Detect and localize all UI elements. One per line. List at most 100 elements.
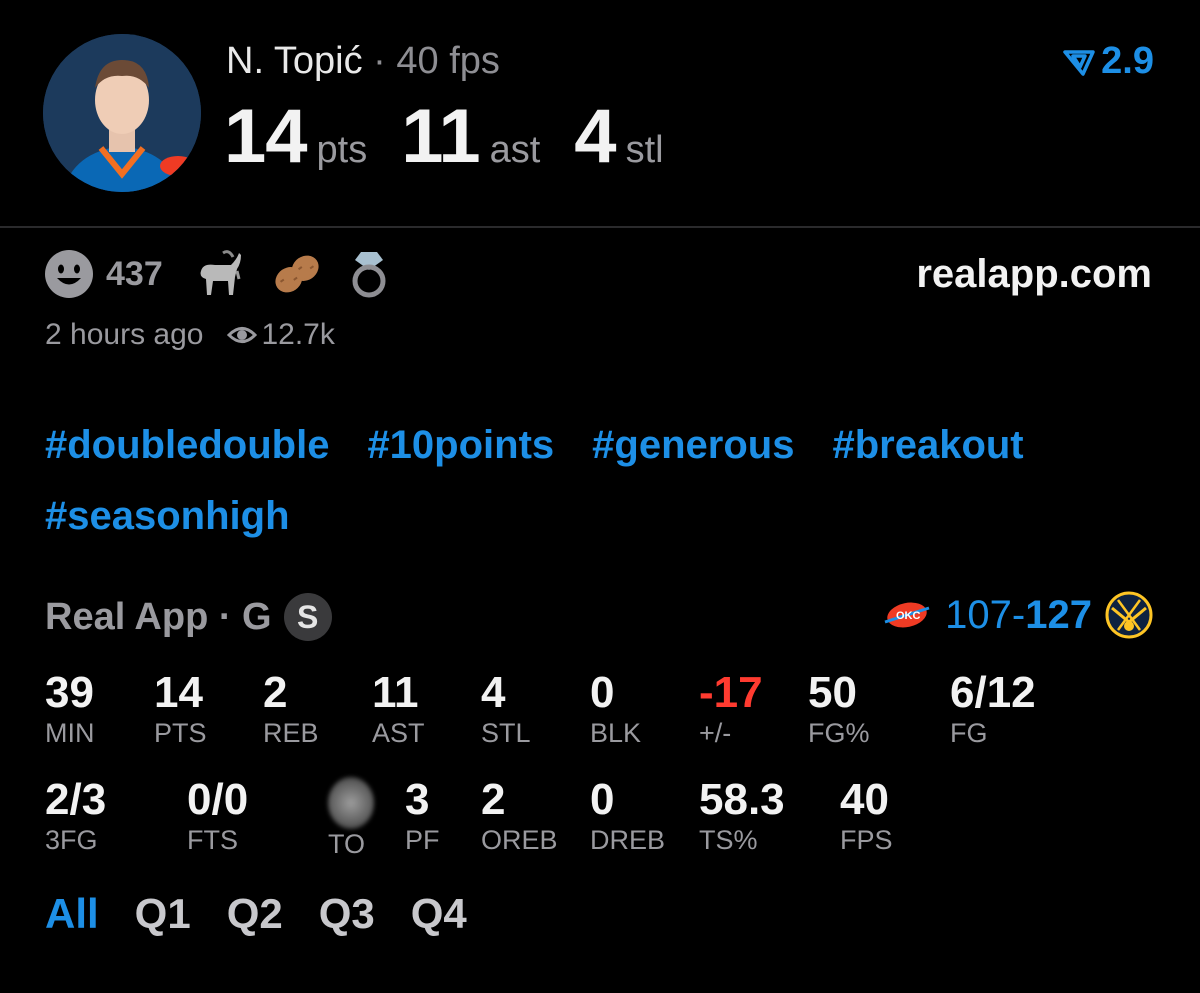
headline-steals-value: 4 <box>574 94 616 179</box>
post-time: 2 hours ago <box>45 318 204 351</box>
stat-3fg: 2/3 3FG <box>45 775 106 856</box>
score-team-b: 127 <box>1025 592 1092 637</box>
tab-q4[interactable]: Q4 <box>411 890 467 938</box>
score-dash: - <box>1011 592 1026 637</box>
blurred-value <box>328 777 374 829</box>
hashtag-item[interactable]: #seasonhigh <box>45 481 290 552</box>
stat-label: OREB <box>481 825 558 855</box>
stat-fg: 6/12 FG <box>950 668 1036 749</box>
eye-icon <box>227 327 258 343</box>
post-meta: 2 hours ago 12.7k <box>45 318 335 352</box>
tab-all[interactable]: All <box>45 890 99 938</box>
reactions-row: 437 <box>44 248 415 300</box>
stat-label: AST <box>372 718 425 748</box>
stat-label: DREB <box>590 825 666 855</box>
stat-value: 39 <box>45 668 94 717</box>
stat-label: PF <box>405 825 440 855</box>
stat-label: TS% <box>699 825 758 855</box>
hashtag-list: #doubledouble #10points #generous #breakout… <box>45 410 1175 552</box>
smiley-reaction-icon[interactable] <box>44 249 94 299</box>
stat-ast: 11 AST <box>372 668 425 749</box>
views-count-group: 12.7k <box>227 318 335 352</box>
player-fps: 40 fps <box>396 40 500 82</box>
stat-value: -17 <box>699 668 763 717</box>
stat-plus-minus: -17 +/- <box>699 668 763 749</box>
stat-value: 0 <box>590 775 615 824</box>
rating-arrow-icon <box>1063 49 1095 76</box>
stat-label: 3FG <box>45 825 98 855</box>
stat-oreb: 2 OREB <box>481 775 558 856</box>
game-score[interactable]: OKC 107 - 127 <box>883 590 1154 640</box>
headline-steals-unit: stl <box>625 129 664 171</box>
reaction-count: 437 <box>106 254 163 293</box>
player-name[interactable]: N. Topić <box>226 40 363 82</box>
goat-icon[interactable] <box>193 249 245 299</box>
stat-min: 39 MIN <box>45 668 95 749</box>
player-headshot-icon <box>43 34 201 192</box>
stat-value: 14 <box>154 668 203 717</box>
headline-stats: 14 pts 11 ast 4 stl <box>224 93 698 180</box>
stat-pf: 3 PF <box>405 775 440 856</box>
stat-label: STL <box>481 718 531 748</box>
stat-fg-pct: 50 FG% <box>808 668 870 749</box>
stat-blk: 0 BLK <box>590 668 641 749</box>
hashtag-item[interactable]: #10points <box>367 410 554 481</box>
stat-to: TO <box>328 775 374 860</box>
svg-text:OKC: OKC <box>896 610 921 622</box>
stat-label: FTS <box>187 825 238 855</box>
tab-q3[interactable]: Q3 <box>319 890 375 938</box>
stat-label: +/- <box>699 718 732 748</box>
stat-label: REB <box>263 718 319 748</box>
quarter-tabs: All Q1 Q2 Q3 Q4 <box>45 890 503 938</box>
stat-dreb: 0 DREB <box>590 775 665 856</box>
stat-ts-pct: 58.3 TS% <box>699 775 785 856</box>
stat-reb: 2 REB <box>263 668 319 749</box>
stat-label: FG <box>950 718 988 748</box>
game-source-label: Real App · G <box>45 595 272 638</box>
stat-fts: 0/0 FTS <box>187 775 248 856</box>
stat-value: 0 <box>590 668 615 717</box>
headline-assists-value: 11 <box>401 94 480 179</box>
stat-value: 6/12 <box>950 668 1036 717</box>
headline-points-value: 14 <box>224 94 308 179</box>
separator-dot: · <box>373 40 386 82</box>
stat-label: FG% <box>808 718 870 748</box>
stat-label: BLK <box>590 718 642 748</box>
headline-assists-unit: ast <box>489 129 541 171</box>
stat-fps: 40 FPS <box>840 775 893 856</box>
stat-value: 2/3 <box>45 775 107 824</box>
hashtag-item[interactable]: #breakout <box>832 410 1023 481</box>
stat-value: 2 <box>481 775 506 824</box>
stat-label: TO <box>328 829 366 859</box>
player-name-line: N. Topić · 40 fps <box>226 40 500 83</box>
stat-value: 40 <box>840 775 889 824</box>
status-badge[interactable]: S <box>283 593 332 641</box>
stat-label: PTS <box>154 718 207 748</box>
rating-value: 2.9 <box>1101 40 1154 82</box>
okc-logo-icon: OKC <box>884 602 930 628</box>
stat-value: 58.3 <box>699 775 785 824</box>
player-avatar[interactable] <box>43 34 201 192</box>
peanut-icon[interactable] <box>271 249 323 299</box>
stat-value: 4 <box>481 668 506 717</box>
score-team-a: 107 <box>945 592 1012 637</box>
site-link[interactable]: realapp.com <box>916 252 1152 297</box>
hashtag-item[interactable]: #generous <box>592 410 794 481</box>
stat-value: 11 <box>372 668 419 717</box>
views-count: 12.7k <box>261 318 335 351</box>
stat-value: 2 <box>263 668 288 717</box>
headline-points-unit: pts <box>316 129 368 171</box>
stat-pts: 14 PTS <box>154 668 207 749</box>
denver-logo-icon <box>1105 591 1153 639</box>
rating-badge[interactable]: 2.9 <box>1063 40 1154 83</box>
game-source: Real App · G S <box>45 593 332 641</box>
stat-label: MIN <box>45 718 95 748</box>
hashtag-item[interactable]: #doubledouble <box>45 410 329 481</box>
tab-q1[interactable]: Q1 <box>135 890 191 938</box>
stat-value: 50 <box>808 668 857 717</box>
stat-value: 3 <box>405 775 430 824</box>
stat-label: FPS <box>840 825 893 855</box>
ring-icon[interactable] <box>349 248 389 300</box>
tab-q2[interactable]: Q2 <box>227 890 283 938</box>
header-divider <box>0 226 1200 228</box>
